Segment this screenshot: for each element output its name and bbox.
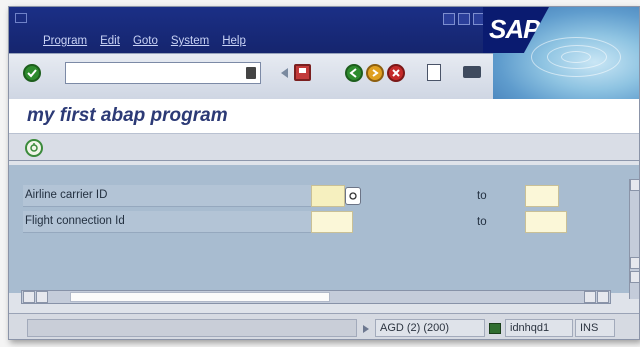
page-title: my first abap program — [27, 105, 228, 126]
to-label: to — [477, 216, 487, 228]
find-icon[interactable] — [463, 66, 481, 78]
system-info: AGD (2) (200) — [375, 319, 485, 337]
menu-system[interactable]: System — [171, 35, 209, 47]
connection-id-low-input[interactable] — [311, 211, 353, 233]
status-expand-icon[interactable] — [363, 325, 369, 333]
scroll-left-icon[interactable] — [23, 291, 35, 303]
minimize-button[interactable] — [443, 13, 455, 25]
scroll-right-icon[interactable] — [36, 291, 48, 303]
title-bar: my first abap program — [9, 99, 639, 133]
save-icon[interactable] — [294, 64, 311, 81]
insert-mode: INS — [575, 319, 615, 337]
row-label: Flight connection Id — [25, 215, 125, 227]
scroll-right-icon[interactable] — [597, 291, 609, 303]
ripple-decoration — [561, 51, 591, 63]
sap-gui-window: Program Edit Goto System Help SAP my fir… — [8, 6, 640, 340]
menu-help[interactable]: Help — [222, 35, 246, 47]
selection-screen: Airline carrier ID to Flight connection … — [9, 165, 639, 293]
window-icon[interactable] — [15, 13, 27, 23]
server-name: idnhqd1 — [505, 319, 573, 337]
maximize-button[interactable] — [458, 13, 470, 25]
status-message — [27, 319, 357, 337]
horizontal-scrollbar[interactable] — [21, 290, 611, 304]
row-label: Airline carrier ID — [25, 189, 108, 201]
standard-toolbar — [9, 53, 493, 99]
print-icon[interactable] — [427, 64, 441, 81]
scroll-down-icon[interactable] — [630, 271, 639, 283]
scroll-thumb[interactable] — [70, 292, 330, 302]
back-arrow-icon[interactable] — [281, 68, 288, 78]
to-label: to — [477, 190, 487, 202]
execute-icon[interactable] — [25, 139, 43, 157]
enter-icon[interactable] — [23, 64, 41, 82]
menu-goto[interactable]: Goto — [133, 35, 158, 47]
status-bar: AGD (2) (200) idnhqd1 INS — [9, 313, 639, 339]
search-help-icon[interactable] — [345, 187, 361, 205]
command-field[interactable] — [65, 62, 261, 84]
window-controls — [443, 13, 485, 25]
scroll-left-icon[interactable] — [584, 291, 596, 303]
carrier-id-high-input[interactable] — [525, 185, 559, 207]
menu: Program Edit Goto System Help — [43, 35, 246, 47]
cancel-icon[interactable] — [387, 64, 405, 82]
select-option-row: Airline carrier ID — [23, 185, 313, 207]
scroll-up-icon[interactable] — [630, 257, 639, 269]
select-option-row: Flight connection Id — [23, 211, 313, 233]
exit-icon[interactable] — [366, 64, 384, 82]
carrier-id-low-input[interactable] — [311, 185, 345, 207]
connection-id-high-input[interactable] — [525, 211, 567, 233]
menu-program[interactable]: Program — [43, 35, 87, 47]
save-command-icon[interactable] — [246, 67, 256, 79]
menu-edit[interactable]: Edit — [100, 35, 120, 47]
server-icon[interactable] — [489, 323, 501, 334]
vertical-scrollbar[interactable] — [629, 179, 639, 299]
back-icon[interactable] — [345, 64, 363, 82]
scroll-up-icon[interactable] — [630, 179, 639, 191]
application-toolbar — [9, 133, 639, 161]
